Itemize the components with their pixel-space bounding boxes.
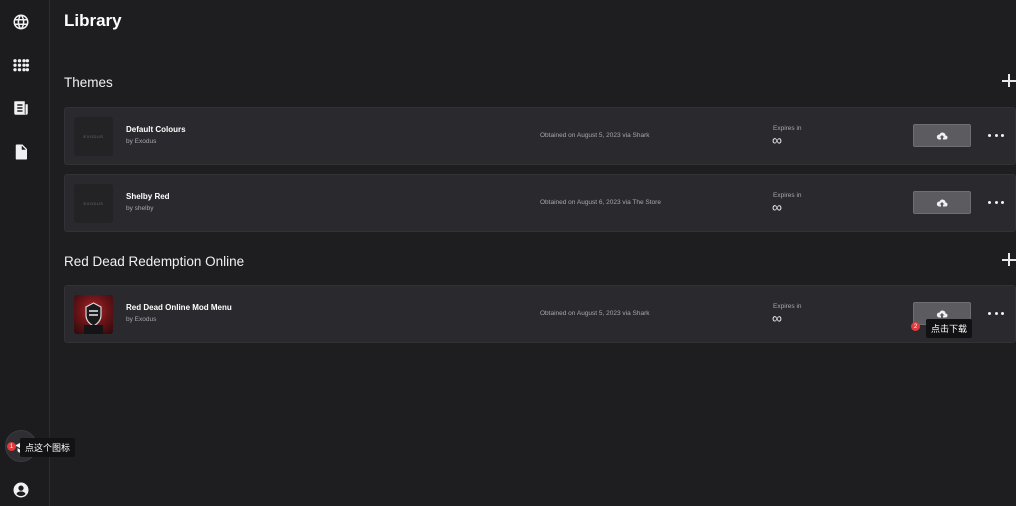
section-header-themes: Themes xyxy=(64,73,1016,95)
cloud-download-icon xyxy=(936,132,948,139)
expires-label: Expires in xyxy=(773,303,802,310)
more-dot-icon xyxy=(994,311,998,315)
item-name: Default Colours xyxy=(126,125,186,134)
page-title: Library xyxy=(64,11,122,30)
more-dot-icon xyxy=(994,133,998,137)
download-button[interactable] xyxy=(913,124,971,147)
section-title: Themes xyxy=(64,75,113,90)
apps-grid-icon[interactable] xyxy=(11,56,31,76)
globe-icon[interactable] xyxy=(11,12,31,32)
library-main: Library Themes EXODUS Default Colours by… xyxy=(51,0,1016,506)
thumbnail-logo-text: EXODUS xyxy=(83,134,104,139)
add-icon[interactable] xyxy=(1002,252,1016,266)
item-author: by shelby xyxy=(126,205,154,212)
item-obtained: Obtained on August 6, 2023 via The Store xyxy=(540,199,661,206)
sidebar: 1 点这个图标 xyxy=(0,0,76,506)
annotation-tooltip-2: 点击下载 xyxy=(926,319,973,338)
item-thumbnail: EXODUS xyxy=(74,184,113,223)
item-thumbnail: EXODUS xyxy=(74,117,113,156)
item-thumbnail xyxy=(74,295,113,334)
section-header-rdr-online: Red Dead Redemption Online xyxy=(64,252,1016,274)
more-dot-icon xyxy=(988,311,991,315)
library-item: Red Dead Online Mod Menu by Exodus Obtai… xyxy=(64,285,1016,343)
item-obtained: Obtained on August 5, 2023 via Shark xyxy=(540,310,650,317)
item-name: Shelby Red xyxy=(126,192,170,201)
more-dot-icon xyxy=(1001,200,1004,204)
more-options-button[interactable] xyxy=(988,197,1004,207)
item-author: by Exodus xyxy=(126,316,157,323)
library-item: EXODUS Shelby Red by shelby Obtained on … xyxy=(64,174,1016,232)
cloud-download-icon xyxy=(936,199,948,206)
document-icon[interactable] xyxy=(11,142,31,162)
download-button[interactable] xyxy=(913,191,971,214)
more-options-button[interactable] xyxy=(988,130,1004,140)
expires-label: Expires in xyxy=(773,192,802,199)
thumbnail-logo-text: EXODUS xyxy=(83,201,104,206)
expires-value: ∞ xyxy=(772,199,782,215)
more-dot-icon xyxy=(1001,133,1004,137)
more-dot-icon xyxy=(988,200,991,204)
section-title: Red Dead Redemption Online xyxy=(64,254,245,269)
more-dot-icon xyxy=(988,133,991,137)
more-dot-icon xyxy=(994,200,998,204)
more-dot-icon xyxy=(1001,311,1004,315)
annotation-badge-1: 1 xyxy=(7,442,16,451)
add-icon[interactable] xyxy=(1002,73,1016,87)
cloud-download-icon xyxy=(936,310,948,317)
mod-menu-artwork xyxy=(74,295,113,334)
expires-label: Expires in xyxy=(773,125,802,132)
item-name: Red Dead Online Mod Menu xyxy=(126,303,232,312)
account-icon[interactable] xyxy=(11,480,31,500)
more-options-button[interactable] xyxy=(988,308,1004,318)
item-obtained: Obtained on August 5, 2023 via Shark xyxy=(540,132,650,139)
newspaper-icon[interactable] xyxy=(11,98,31,118)
library-item: EXODUS Default Colours by Exodus Obtaine… xyxy=(64,107,1016,165)
expires-value: ∞ xyxy=(772,310,782,326)
expires-value: ∞ xyxy=(772,132,782,148)
annotation-badge-2: 2 xyxy=(911,322,920,331)
item-author: by Exodus xyxy=(126,138,157,145)
